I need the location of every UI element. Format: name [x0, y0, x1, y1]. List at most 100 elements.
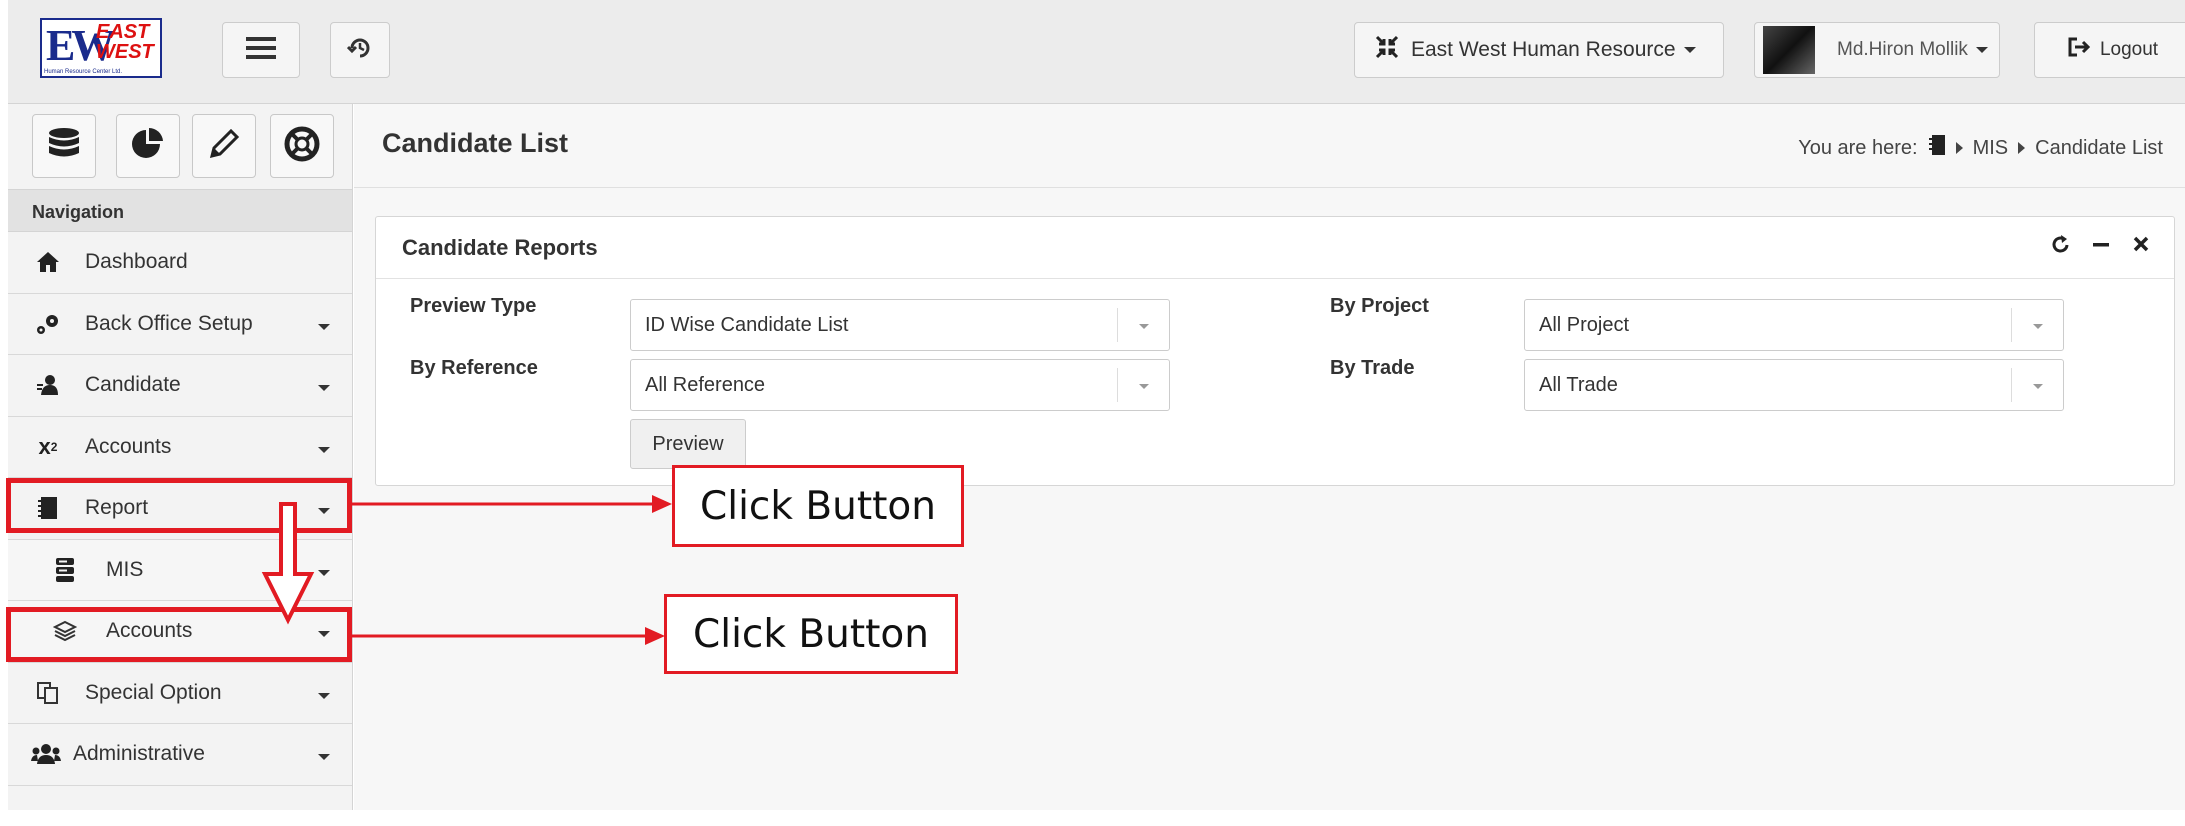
life-ring-icon	[284, 126, 320, 167]
company-logo[interactable]: EW EAST WEST Human Resource Center Ltd.	[40, 18, 162, 78]
chevron-down-icon	[318, 446, 330, 453]
edit-button[interactable]	[192, 114, 256, 178]
navigation-heading: Navigation	[8, 190, 352, 232]
chevron-down-icon	[2011, 308, 2063, 342]
superscript-icon: x2	[38, 433, 58, 459]
sign-out-icon	[2068, 37, 2091, 63]
chevron-down-icon	[1117, 368, 1169, 402]
sidebar-item-dashboard[interactable]: Dashboard	[8, 232, 352, 294]
main-content: Candidate List You are here: MIS Candida…	[354, 104, 2185, 810]
by-reference-label: By Reference	[410, 357, 538, 379]
page-bottom-margin	[0, 810, 2185, 826]
minimize-icon[interactable]	[2092, 233, 2110, 261]
preview-type-select[interactable]: ID Wise Candidate List	[630, 299, 1170, 351]
logout-button[interactable]: Logout	[2034, 22, 2185, 78]
book-icon	[33, 496, 63, 520]
sidebar-item-label: Accounts	[106, 619, 193, 643]
sidebar-item-label: Dashboard	[85, 250, 188, 274]
server-icon	[50, 557, 80, 583]
sidebar-item-accounts[interactable]: x2 Accounts	[8, 417, 352, 478]
sidebar: Navigation Dashboard Back Office Setup C…	[8, 104, 353, 810]
users-icon	[31, 743, 61, 765]
panel-tools	[2052, 233, 2150, 261]
chart-button[interactable]	[116, 114, 180, 178]
by-project-label: By Project	[1330, 295, 1429, 317]
preview-button[interactable]: Preview	[630, 419, 746, 469]
breadcrumb-item-mis[interactable]: MIS	[1973, 137, 2009, 160]
database-icon	[46, 126, 82, 167]
chevron-down-icon	[318, 631, 330, 638]
by-trade-select[interactable]: All Trade	[1524, 359, 2064, 411]
sidebar-item-back-office-setup[interactable]: Back Office Setup	[8, 294, 352, 355]
chevron-down-icon	[318, 323, 330, 330]
by-reference-select[interactable]: All Reference	[630, 359, 1170, 411]
panel-title: Candidate Reports	[402, 235, 598, 260]
preview-type-value: ID Wise Candidate List	[645, 314, 849, 336]
chevron-down-icon	[318, 754, 330, 761]
user-menu[interactable]: Md.Hiron Mollik	[1754, 22, 2000, 78]
sidebar-item-label: Administrative	[73, 742, 205, 766]
support-button[interactable]	[270, 114, 334, 178]
caret-right-icon	[2018, 142, 2026, 154]
chevron-down-icon	[318, 569, 330, 576]
sidebar-item-label: MIS	[106, 557, 144, 581]
home-icon	[33, 251, 63, 273]
breadcrumb-prefix: You are here:	[1798, 136, 1918, 159]
candidate-reports-panel: Candidate Reports Preview Type ID Wise C…	[375, 216, 2175, 486]
logo-line2: WEST	[96, 41, 154, 63]
sidebar-item-label: Special Option	[85, 680, 222, 704]
pie-chart-icon	[130, 126, 166, 167]
user-name: Md.Hiron Mollik	[1837, 39, 1968, 60]
close-icon[interactable]	[2132, 233, 2150, 261]
database-button[interactable]	[32, 114, 96, 178]
sidebar-subitem-mis[interactable]: MIS	[8, 539, 352, 601]
hamburger-icon	[246, 36, 276, 65]
chevron-down-icon	[2011, 368, 2063, 402]
pencil-icon	[206, 126, 242, 167]
user-icon	[33, 374, 63, 396]
by-trade-label: By Trade	[1330, 357, 1415, 379]
breadcrumb-item-current: Candidate List	[2035, 136, 2163, 159]
page-title: Candidate List	[382, 128, 569, 158]
book-icon	[1928, 134, 1946, 162]
sidebar-item-candidate[interactable]: Candidate	[8, 355, 352, 417]
history-icon	[346, 35, 373, 66]
history-button[interactable]	[330, 22, 390, 78]
refresh-icon[interactable]	[2052, 233, 2070, 261]
breadcrumb: You are here: MIS Candidate List	[1798, 134, 2163, 162]
by-trade-value: All Trade	[1539, 374, 1618, 396]
sidebar-item-label: Candidate	[85, 373, 181, 397]
avatar	[1763, 26, 1815, 74]
by-project-select[interactable]: All Project	[1524, 299, 2064, 351]
chevron-down-icon	[318, 508, 330, 515]
top-bar: EW EAST WEST Human Resource Center Ltd. …	[8, 0, 2185, 104]
sidebar-item-report[interactable]: Report	[8, 478, 352, 540]
panel-header: Candidate Reports	[376, 217, 2174, 279]
company-selector[interactable]: East West Human Resource	[1354, 22, 1724, 78]
cogs-icon	[33, 312, 63, 336]
sidebar-subitem-accounts[interactable]: Accounts	[8, 601, 352, 663]
chevron-down-icon	[1117, 308, 1169, 342]
logout-label: Logout	[2099, 39, 2159, 60]
layers-icon	[50, 620, 80, 642]
chevron-down-icon	[1975, 47, 1988, 53]
by-reference-value: All Reference	[645, 374, 766, 396]
sidebar-item-label: Report	[85, 496, 149, 520]
chevron-down-icon	[1683, 47, 1696, 53]
by-project-value: All Project	[1539, 314, 1630, 336]
logo-line1: EAST	[96, 21, 150, 43]
company-name: East West Human Resource	[1411, 38, 1676, 61]
sidebar-item-label: Back Office Setup	[85, 311, 253, 335]
copy-icon	[33, 681, 63, 705]
chevron-down-icon	[318, 385, 330, 392]
page-header: Candidate List You are here: MIS Candida…	[354, 104, 2185, 188]
sidebar-item-special-option[interactable]: Special Option	[8, 663, 352, 724]
chevron-down-icon	[318, 692, 330, 699]
preview-type-label: Preview Type	[410, 295, 537, 317]
sidebar-toolbar	[8, 104, 352, 190]
caret-right-icon	[1955, 142, 1963, 154]
menu-toggle-button[interactable]	[222, 22, 300, 78]
sidebar-item-administrative[interactable]: Administrative	[8, 724, 352, 786]
sidebar-item-label: Accounts	[85, 434, 172, 458]
compress-icon	[1375, 35, 1399, 65]
